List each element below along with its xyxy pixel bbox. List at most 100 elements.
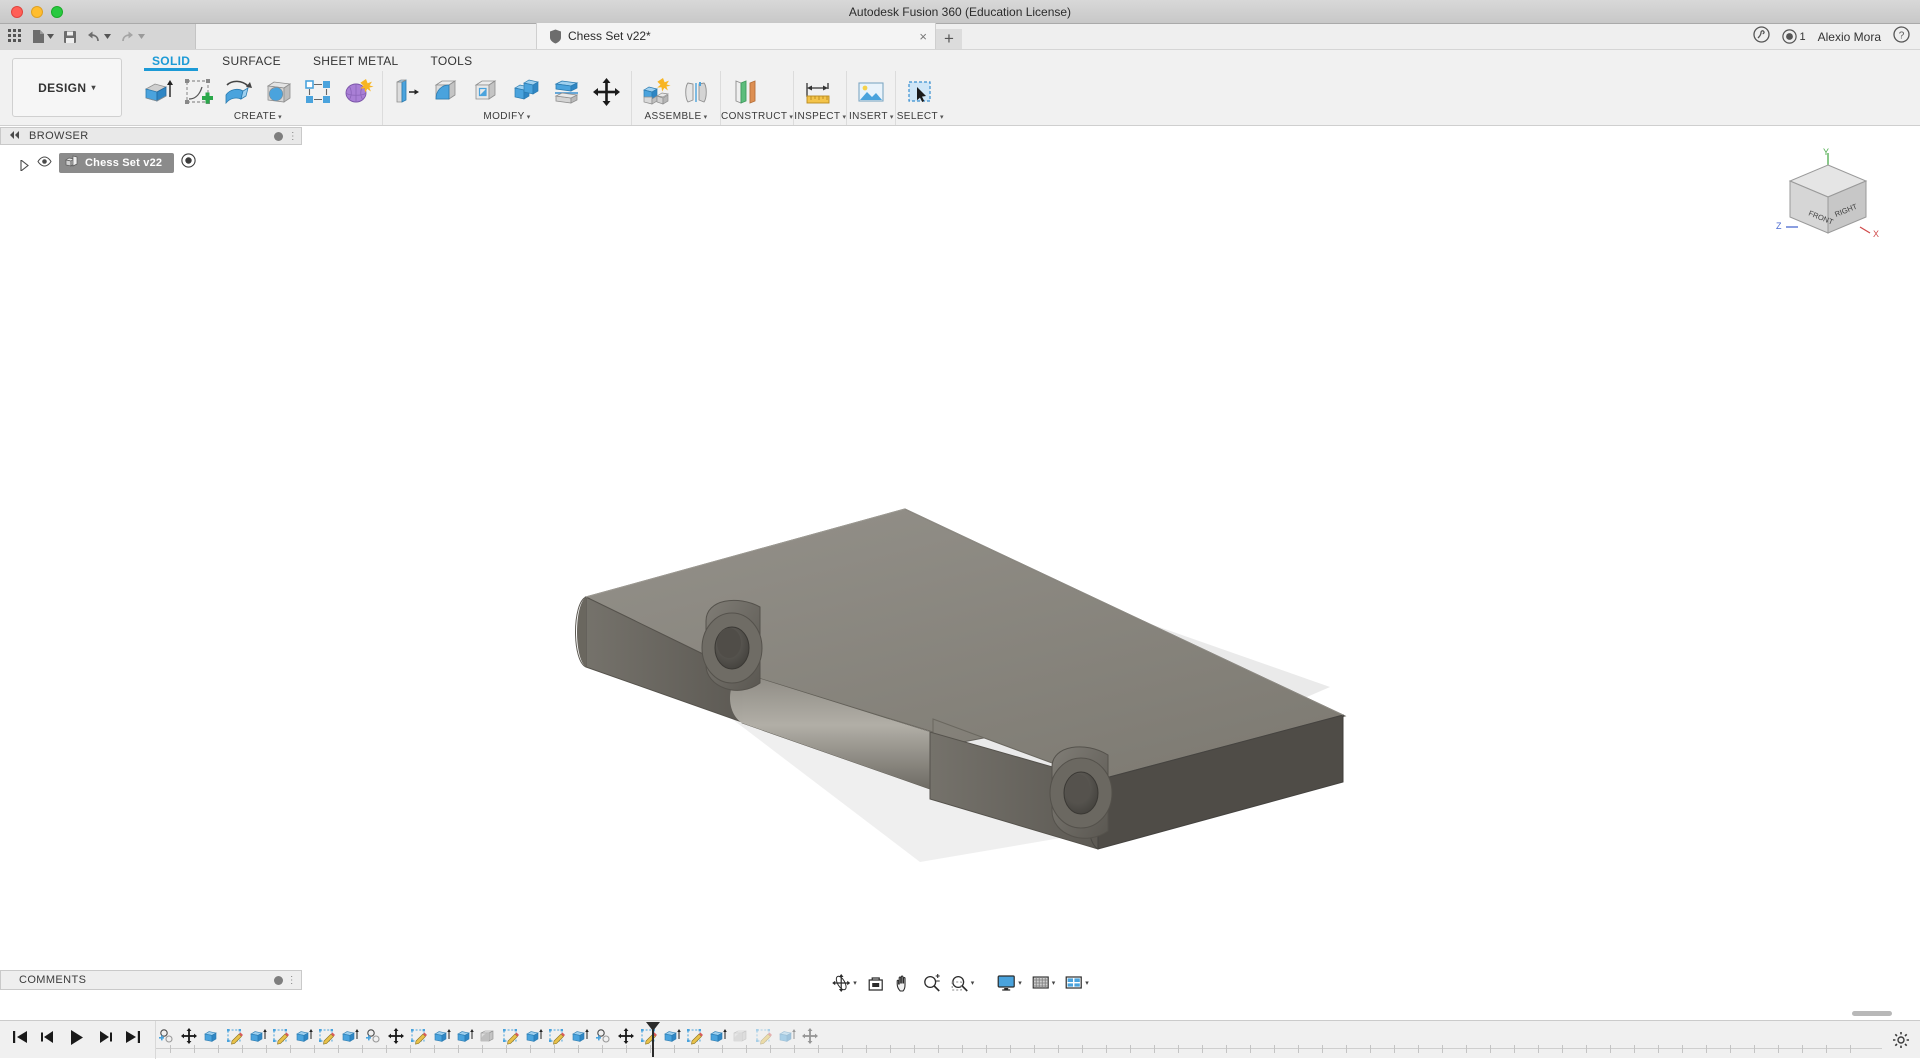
tab-surface[interactable]: SURFACE: [206, 54, 297, 71]
job-status-indicator[interactable]: 1: [1782, 29, 1806, 44]
activity-icon[interactable]: [1753, 26, 1770, 48]
press-pull-tool[interactable]: [388, 73, 426, 111]
step-forward-icon[interactable]: [97, 1029, 113, 1050]
timeline-feature[interactable]: [593, 1025, 612, 1047]
panel-insert-label[interactable]: INSERT▾: [847, 111, 895, 125]
double-chevron-left-icon[interactable]: [9, 130, 21, 142]
timeline-feature[interactable]: [731, 1025, 750, 1047]
eye-icon[interactable]: [37, 154, 52, 172]
move-copy-tool[interactable]: [588, 73, 626, 111]
step-back-icon[interactable]: [40, 1029, 56, 1050]
undo-icon[interactable]: [86, 30, 111, 44]
timeline-feature[interactable]: [754, 1025, 773, 1047]
close-window-button[interactable]: [11, 6, 23, 18]
pattern-tool[interactable]: [299, 73, 337, 111]
panel-grip-icon[interactable]: ⋮: [287, 975, 297, 986]
insert-image-tool[interactable]: [852, 73, 890, 111]
timeline-feature[interactable]: [386, 1025, 405, 1047]
minimize-window-button[interactable]: [31, 6, 43, 18]
timeline-track[interactable]: [155, 1021, 1882, 1059]
fit-tool[interactable]: ▾: [947, 974, 978, 993]
new-component-tool[interactable]: [637, 73, 675, 111]
play-icon[interactable]: [68, 1029, 85, 1051]
timeline-feature[interactable]: [271, 1025, 290, 1047]
viewports[interactable]: ▾: [1061, 974, 1092, 992]
component-node[interactable]: Chess Set v22: [59, 153, 174, 173]
triangle-right-icon[interactable]: [20, 158, 30, 168]
combine-tool[interactable]: [508, 73, 546, 111]
timeline-feature[interactable]: [156, 1025, 175, 1047]
orbit-tool[interactable]: ▾: [828, 973, 860, 993]
shell-tool[interactable]: [468, 73, 506, 111]
app-grid-icon[interactable]: [8, 29, 23, 44]
timeline-feature[interactable]: [662, 1025, 681, 1047]
pan-tool[interactable]: [891, 974, 916, 993]
create-sketch-tool[interactable]: [179, 73, 217, 111]
timeline-feature[interactable]: [501, 1025, 520, 1047]
chevron-down-icon[interactable]: ▾: [1085, 979, 1089, 987]
timeline-feature[interactable]: [317, 1025, 336, 1047]
tab-tools[interactable]: TOOLS: [415, 54, 489, 71]
chevron-down-icon[interactable]: ▾: [971, 979, 975, 987]
panel-assemble-label[interactable]: ASSEMBLE▾: [632, 111, 720, 125]
tab-solid[interactable]: SOLID: [136, 54, 206, 71]
document-tab[interactable]: Chess Set v22* ×: [536, 23, 936, 49]
view-cube[interactable]: Y Z X FRONT RIGHT: [1770, 147, 1890, 257]
timeline-marker[interactable]: [652, 1023, 654, 1057]
timeline-feature[interactable]: [685, 1025, 704, 1047]
model-viewport[interactable]: [0, 127, 1920, 998]
zoom-tool[interactable]: [919, 974, 944, 993]
panel-create-label[interactable]: CREATE▾: [134, 111, 382, 125]
timeline-feature[interactable]: [225, 1025, 244, 1047]
maximize-window-button[interactable]: [51, 6, 63, 18]
panel-construct-label[interactable]: CONSTRUCT▾: [721, 111, 793, 125]
timeline-feature[interactable]: [616, 1025, 635, 1047]
window-controls[interactable]: [0, 6, 63, 18]
display-settings[interactable]: ▾: [993, 974, 1025, 992]
timeline-feature[interactable]: [478, 1025, 497, 1047]
design-canvas[interactable]: Y Z X FRONT RIGHT: [0, 127, 1920, 998]
extrude-tool[interactable]: [139, 73, 177, 111]
user-name-label[interactable]: Alexio Mora: [1818, 30, 1881, 44]
timeline-feature[interactable]: [455, 1025, 474, 1047]
measure-tool[interactable]: [799, 73, 837, 111]
tab-sheet-metal[interactable]: SHEET METAL: [297, 54, 415, 71]
panel-dot-icon[interactable]: [274, 132, 283, 141]
redo-icon[interactable]: [120, 30, 145, 44]
skip-back-icon[interactable]: [12, 1029, 28, 1050]
file-icon[interactable]: [32, 29, 54, 44]
timeline-feature[interactable]: [800, 1025, 819, 1047]
timeline-feature[interactable]: [547, 1025, 566, 1047]
timeline-feature[interactable]: [708, 1025, 727, 1047]
revolve-tool[interactable]: [219, 73, 257, 111]
chevron-down-icon[interactable]: ▾: [1052, 979, 1056, 987]
grid-snaps[interactable]: ▾: [1028, 974, 1059, 992]
joint-tool[interactable]: [677, 73, 715, 111]
offset-plane-tool[interactable]: [726, 73, 764, 111]
form-tool[interactable]: [339, 73, 377, 111]
close-icon[interactable]: ×: [919, 29, 927, 44]
split-face-tool[interactable]: [548, 73, 586, 111]
panel-grip-icon[interactable]: ⋮: [289, 128, 297, 144]
skip-end-icon[interactable]: [125, 1029, 141, 1050]
panel-select-label[interactable]: SELECT▾: [896, 111, 944, 125]
chevron-down-icon[interactable]: ▾: [853, 979, 857, 987]
radio-dot-icon[interactable]: [181, 153, 196, 173]
timeline-feature[interactable]: [409, 1025, 428, 1047]
sphere-tool[interactable]: [259, 73, 297, 111]
hinge-plate-body[interactable]: [576, 509, 1346, 849]
timeline-feature[interactable]: [363, 1025, 382, 1047]
view-cube-body[interactable]: FRONT RIGHT: [1790, 165, 1866, 233]
timeline-feature[interactable]: [202, 1025, 221, 1047]
canvas-scroll-nub[interactable]: [1852, 1011, 1892, 1016]
save-icon[interactable]: [63, 30, 77, 44]
timeline-feature[interactable]: [570, 1025, 589, 1047]
timeline-feature[interactable]: [524, 1025, 543, 1047]
timeline-feature[interactable]: [340, 1025, 359, 1047]
workspace-switcher[interactable]: DESIGN ▾: [12, 58, 122, 117]
timeline-feature[interactable]: [294, 1025, 313, 1047]
timeline-settings[interactable]: [1882, 1031, 1920, 1049]
chevron-down-icon[interactable]: ▾: [1018, 979, 1022, 987]
panel-inspect-label[interactable]: INSPECT▾: [794, 111, 846, 125]
look-at-tool[interactable]: [863, 974, 888, 993]
